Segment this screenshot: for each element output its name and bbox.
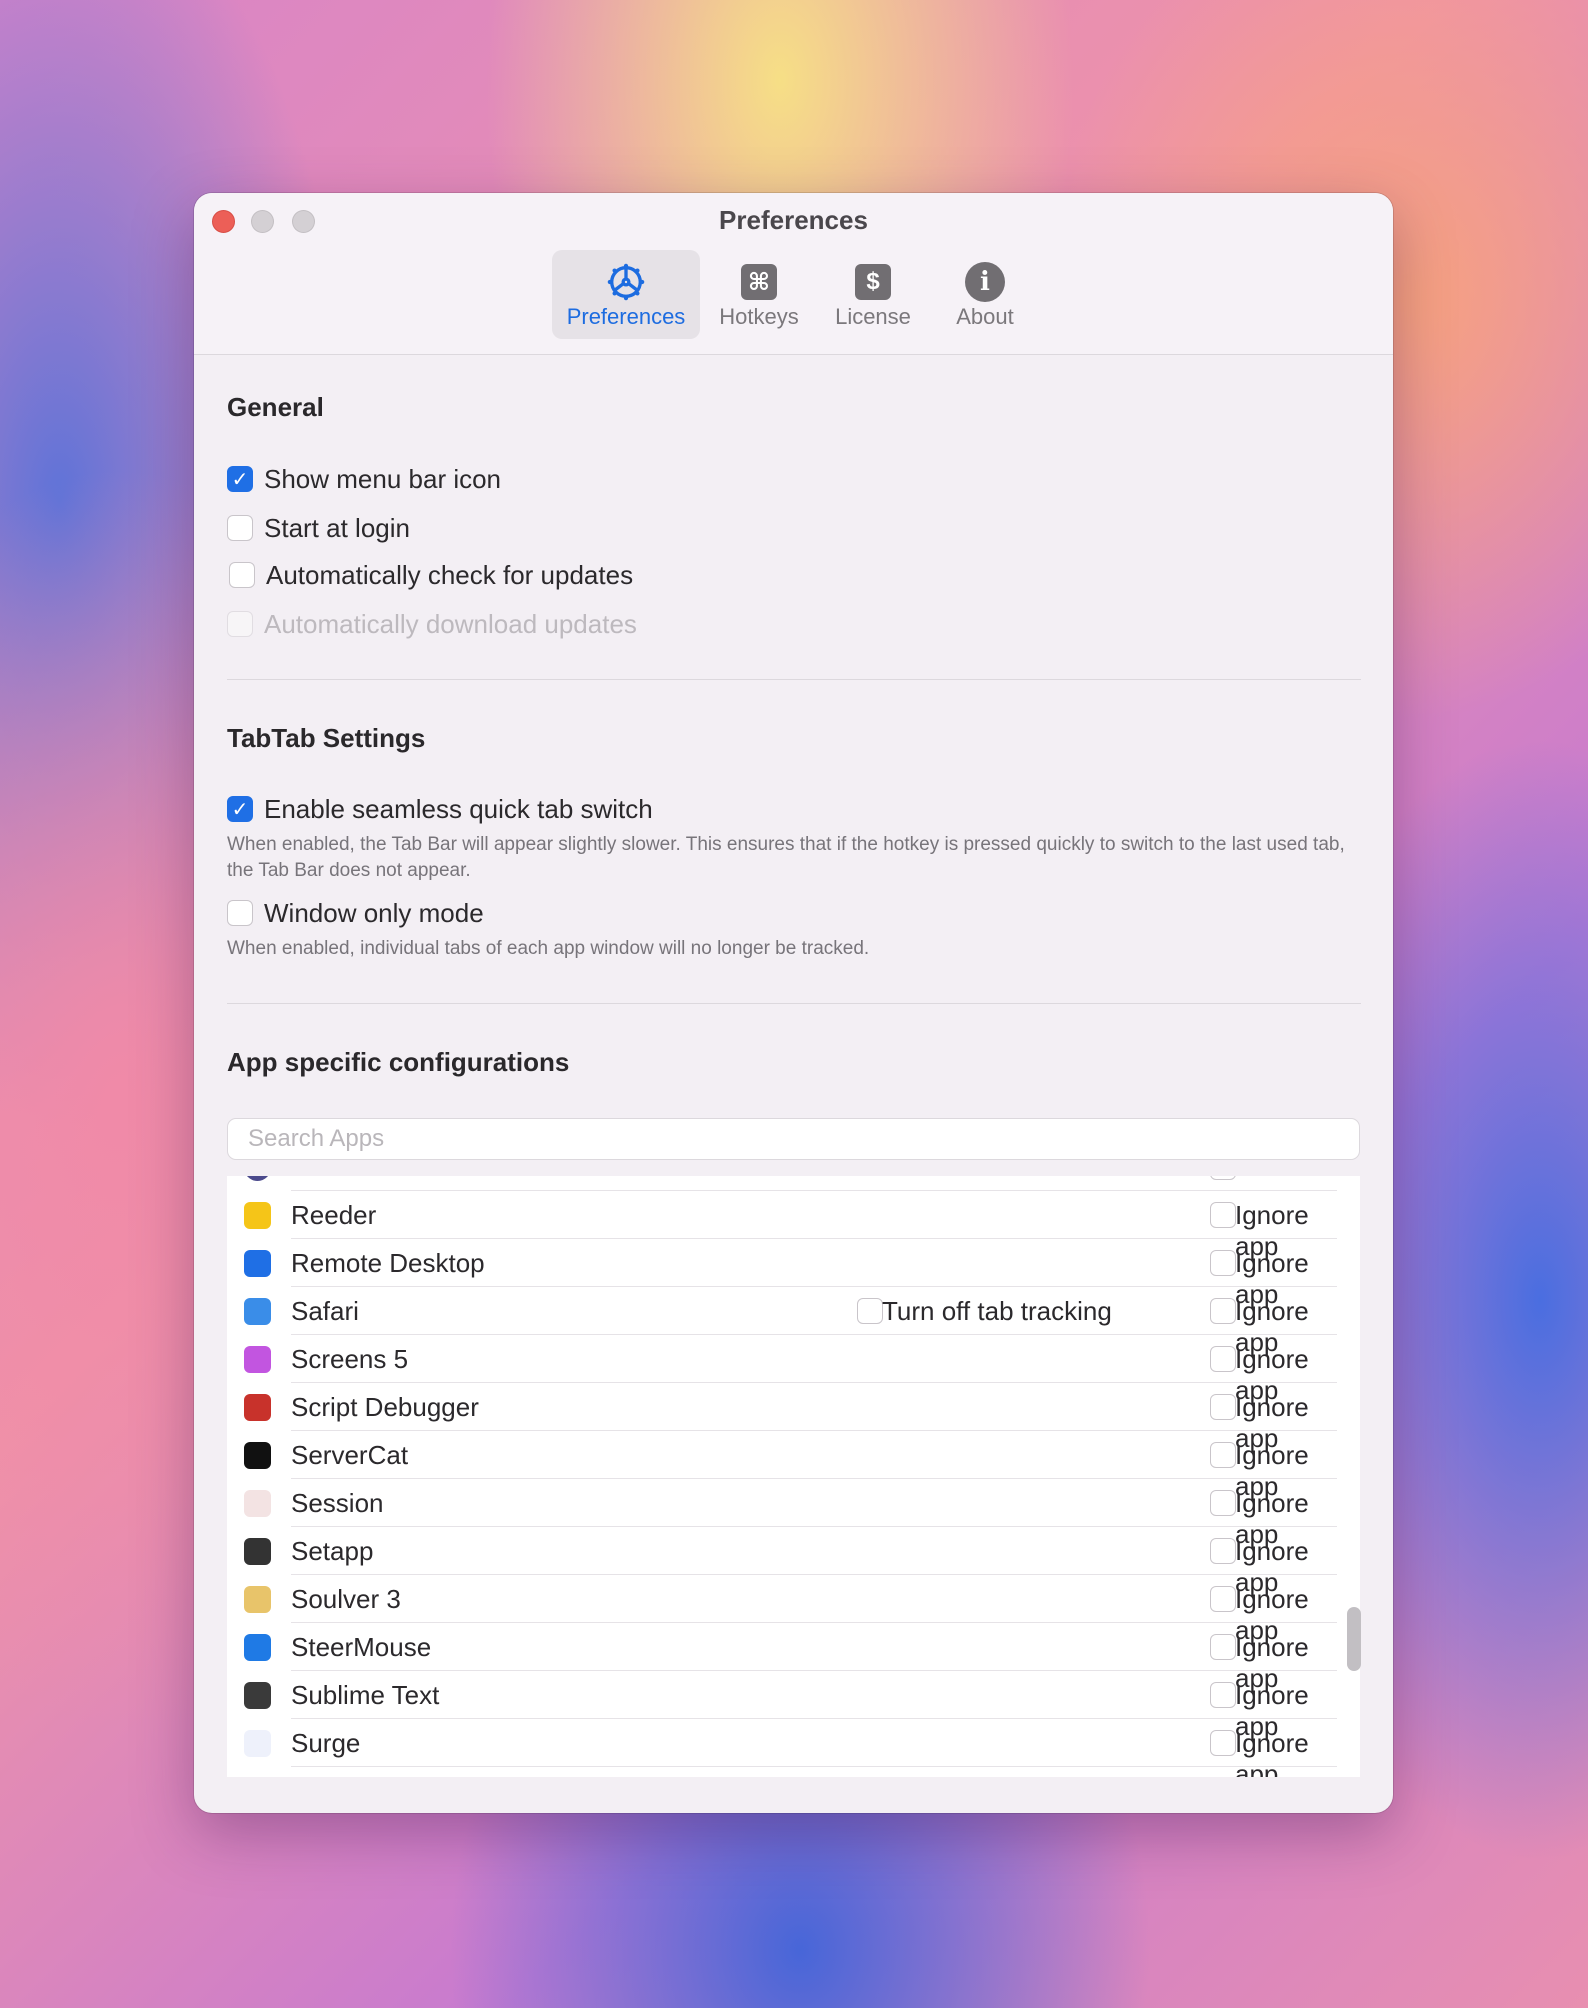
app-name: SteerMouse — [291, 1632, 432, 1662]
search-apps-input[interactable] — [227, 1118, 1360, 1160]
gear-icon — [606, 262, 646, 302]
app-icon — [244, 1490, 271, 1517]
list-item: Remote Desktop Ignore app — [227, 1239, 1337, 1309]
list-item: Safari Turn off tab tracking Ignore app — [227, 1287, 1337, 1357]
ignore-app-checkbox[interactable] — [1210, 1730, 1236, 1756]
dollar-icon: $ — [853, 262, 893, 302]
auto-check-updates-checkbox[interactable] — [229, 562, 255, 588]
window-only-description: When enabled, individual tabs of each ap… — [227, 938, 870, 959]
tabtab-settings-heading: TabTab Settings — [227, 723, 426, 753]
app-icon — [244, 1202, 271, 1229]
ignore-app-checkbox[interactable] — [1210, 1394, 1236, 1420]
app-icon — [244, 1442, 271, 1469]
app-icon — [244, 1634, 271, 1661]
app-name: Surge — [291, 1728, 361, 1758]
list-item: Session Ignore app — [227, 1479, 1337, 1549]
checkbox-label: Start at login — [264, 513, 410, 543]
app-name: Session — [291, 1488, 384, 1518]
list-item: Screens 5 Ignore app — [227, 1335, 1337, 1405]
checkbox-label: Window only mode — [264, 898, 484, 928]
toolbar: Preferences Preferences ⌘ Hotkeys $ Lice… — [194, 193, 1393, 355]
info-icon: i — [965, 262, 1005, 302]
list-item: ServerCat Ignore app — [227, 1431, 1337, 1501]
app-icon — [244, 1586, 271, 1613]
preferences-window: Preferences Preferences ⌘ Hotkeys $ Lice… — [194, 193, 1393, 1813]
ignore-app-checkbox[interactable] — [1210, 1442, 1236, 1468]
command-icon: ⌘ — [739, 262, 779, 302]
app-icon — [244, 1538, 271, 1565]
seamless-tab-switch-checkbox[interactable]: ✓ — [227, 796, 253, 822]
ignore-app-checkbox[interactable] — [1210, 1682, 1236, 1708]
window-title: Preferences — [719, 205, 868, 235]
ignore-app-checkbox[interactable] — [1210, 1538, 1236, 1564]
list-item: Soulver 3 Ignore app — [227, 1575, 1337, 1645]
list-item: Surge Ignore app — [227, 1719, 1337, 1777]
checkbox-label: Automatically check for updates — [266, 560, 634, 590]
app-name: Reeder — [291, 1200, 377, 1230]
app-config-heading: App specific configurations — [227, 1047, 570, 1077]
tab-hotkeys[interactable]: ⌘ Hotkeys — [704, 250, 814, 339]
app-name: Soulver 3 — [291, 1584, 401, 1614]
general-heading: General — [227, 392, 324, 422]
list-item — [227, 1176, 1337, 1191]
auto-download-updates-checkbox — [227, 611, 253, 637]
list-item: Script Debugger Ignore app — [227, 1383, 1337, 1453]
ignore-app-checkbox[interactable] — [1210, 1586, 1236, 1612]
checkbox-label: Automatically download updates — [264, 609, 637, 639]
tab-about[interactable]: i About — [930, 250, 1040, 339]
seamless-description: When enabled, the Tab Bar will appear sl… — [227, 834, 1345, 881]
divider — [227, 1003, 1361, 1004]
app-name: Screens 5 — [291, 1344, 409, 1374]
app-list: Reeder Ignore app Remote Desktop Ignore ap… — [227, 1176, 1360, 1777]
app-icon — [244, 1176, 271, 1181]
list-item: Reeder Ignore app — [227, 1191, 1337, 1261]
checkbox-label: Show menu bar icon — [264, 464, 502, 494]
app-icon — [244, 1298, 271, 1325]
app-icon — [244, 1394, 271, 1421]
scrollbar[interactable] — [1347, 1607, 1361, 1671]
tab-license[interactable]: $ License — [818, 250, 928, 339]
list-item: SteerMouse Ignore app — [227, 1623, 1337, 1693]
tab-preferences[interactable]: Preferences — [552, 250, 700, 339]
app-icon — [244, 1682, 271, 1709]
ignore-app-checkbox[interactable] — [1210, 1490, 1236, 1516]
ignore-app-checkbox[interactable] — [1210, 1176, 1236, 1180]
app-name: ServerCat — [291, 1440, 409, 1470]
window-only-mode-checkbox[interactable] — [227, 900, 253, 926]
tab-tracking-label: Turn off tab tracking — [882, 1296, 1112, 1326]
ignore-app-checkbox[interactable] — [1210, 1202, 1236, 1228]
app-icon — [244, 1730, 271, 1757]
turn-off-tab-tracking-checkbox[interactable] — [857, 1298, 883, 1324]
app-name: Setapp — [291, 1536, 374, 1566]
ignore-app-label: Ignore app — [1235, 1728, 1309, 1777]
divider — [227, 679, 1361, 680]
checkbox-label: Enable seamless quick tab switch — [264, 794, 653, 824]
app-name: Sublime Text — [291, 1680, 440, 1710]
ignore-app-checkbox[interactable] — [1210, 1298, 1236, 1324]
app-name: Safari — [291, 1296, 359, 1326]
ignore-app-checkbox[interactable] — [1210, 1346, 1236, 1372]
app-name: Remote Desktop — [291, 1248, 485, 1278]
app-name: Script Debugger — [291, 1392, 479, 1422]
app-icon — [244, 1250, 271, 1277]
ignore-app-checkbox[interactable] — [1210, 1250, 1236, 1276]
start-at-login-checkbox[interactable] — [227, 515, 253, 541]
show-menu-bar-icon-checkbox[interactable]: ✓ — [227, 466, 253, 492]
list-item: Sublime Text Ignore app — [227, 1671, 1337, 1741]
list-item: Setapp Ignore app — [227, 1527, 1337, 1597]
app-icon — [244, 1346, 271, 1373]
ignore-app-checkbox[interactable] — [1210, 1634, 1236, 1660]
